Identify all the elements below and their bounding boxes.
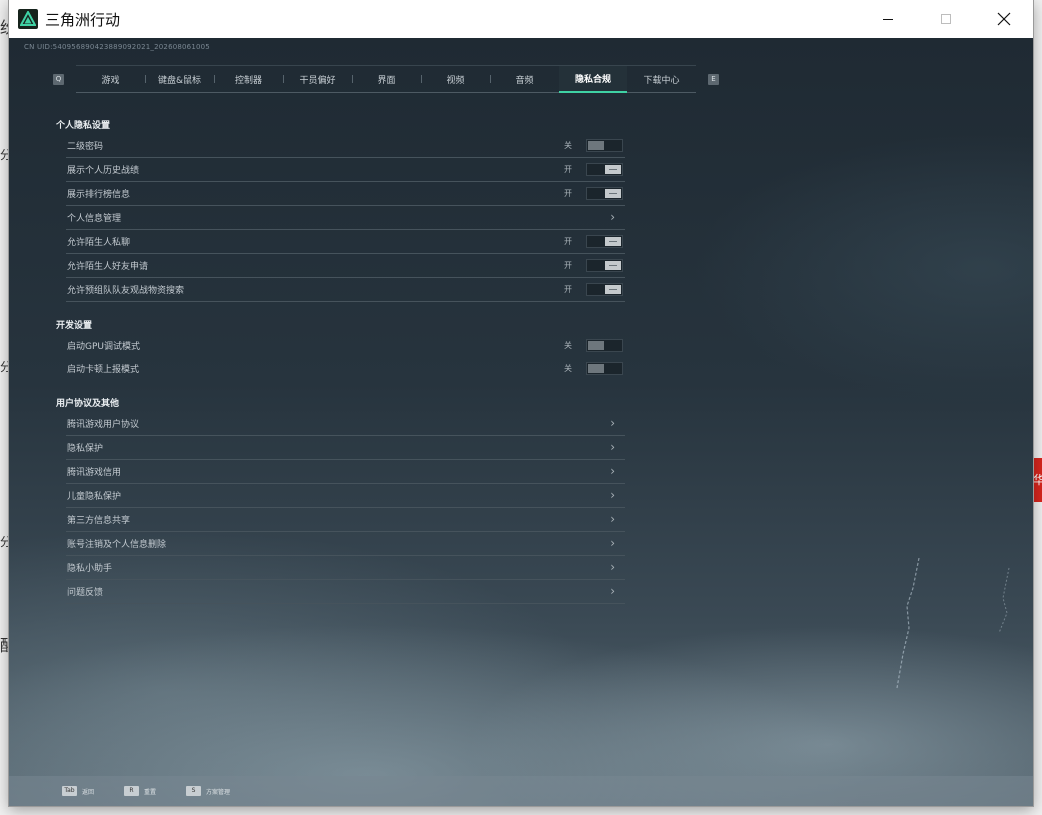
key-cap: Tab	[62, 786, 77, 796]
tab-interface[interactable]: 界面	[352, 66, 421, 92]
tab-privacy-compliance[interactable]: 隐私合规	[559, 66, 627, 93]
toggle-state-text: 开	[564, 165, 572, 174]
setting-label: 启动GPU调试模式	[67, 342, 140, 352]
title-bar: 三角洲行动	[9, 0, 1033, 38]
section-title-privacy: 个人隐私设置	[56, 121, 111, 131]
tab-strip: 游戏 键盘&鼠标 控制器 干员偏好 界面 视频 音频 隐私合规 下载中心	[76, 65, 696, 93]
setting-label: 展示个人历史战绩	[67, 166, 140, 176]
footer-hint-bar: Tab 返回 R 重置 S 方案管理	[9, 776, 1033, 806]
toggle-switch[interactable]	[586, 339, 623, 352]
link-row-game-credit[interactable]: 腾讯游戏信用 ›	[66, 460, 625, 484]
setting-label: 允许陌生人好友申请	[67, 262, 149, 272]
toggle-state-text: 关	[564, 341, 572, 350]
tab-operator-preference[interactable]: 干员偏好	[283, 66, 352, 92]
toggle-switch[interactable]	[586, 283, 623, 296]
chevron-right-icon: ›	[610, 440, 615, 454]
toggle-state-text: 开	[564, 237, 572, 246]
chevron-right-icon: ›	[610, 560, 615, 574]
link-row-feedback[interactable]: 问题反馈 ›	[66, 580, 625, 604]
tab-download-center[interactable]: 下载中心	[627, 66, 696, 92]
toggle-switch[interactable]	[586, 139, 623, 152]
setting-label: 允许陌生人私聊	[67, 238, 131, 248]
link-row-privacy-assistant[interactable]: 隐私小助手 ›	[66, 556, 625, 580]
setting-label: 个人信息管理	[67, 214, 122, 224]
toggle-state-text: 开	[564, 285, 572, 294]
hint-text: 方案管理	[206, 788, 231, 796]
toggle-switch[interactable]	[586, 362, 623, 375]
setting-label: 隐私小助手	[67, 564, 113, 574]
setting-label: 腾讯游戏信用	[67, 468, 122, 478]
section-title-dev: 开发设置	[56, 321, 93, 331]
tab-video[interactable]: 视频	[421, 66, 490, 92]
hint-text: 重置	[144, 788, 157, 796]
game-settings-window: 三角洲行动 CN UID:540956890423889092021_20260…	[9, 0, 1033, 806]
tab-audio[interactable]: 音频	[490, 66, 559, 92]
tab-next-key[interactable]: E	[708, 73, 719, 85]
chevron-right-icon: ›	[610, 536, 615, 550]
setting-row-stutter-report[interactable]: 启动卡顿上报模式 关	[66, 357, 625, 380]
toggle-switch[interactable]	[586, 259, 623, 272]
uid-text: CN UID:540956890423889092021_20260806100…	[24, 43, 210, 51]
footer-hint-reset[interactable]: R 重置	[124, 786, 156, 796]
maximize-button[interactable]	[917, 0, 975, 38]
setting-label: 腾讯游戏用户协议	[67, 420, 140, 430]
lightning-decoration	[896, 558, 1010, 689]
link-row-account-deletion[interactable]: 账号注销及个人信息删除 ›	[66, 532, 625, 556]
link-row-child-privacy[interactable]: 儿童隐私保护 ›	[66, 484, 625, 508]
setting-row-stranger-chat[interactable]: 允许陌生人私聊 开	[66, 230, 625, 254]
settings-tabs: Q 游戏 键盘&鼠标 控制器 干员偏好 界面 视频 音频 隐私合规 下载中心 E	[53, 65, 719, 93]
key-cap: S	[186, 786, 202, 796]
link-row-user-agreement[interactable]: 腾讯游戏用户协议 ›	[66, 412, 625, 436]
settings-content: CN UID:540956890423889092021_20260806100…	[9, 38, 1033, 806]
link-row-third-party-sharing[interactable]: 第三方信息共享 ›	[66, 508, 625, 532]
setting-row-secondary-password[interactable]: 二级密码 关	[66, 134, 625, 158]
footer-hint-scheme[interactable]: S 方案管理	[186, 786, 230, 796]
setting-label: 问题反馈	[67, 588, 104, 598]
chevron-right-icon: ›	[610, 464, 615, 478]
tab-controller[interactable]: 控制器	[214, 66, 283, 92]
setting-label: 允许预组队队友观战物资搜索	[67, 286, 185, 296]
footer-hint-back[interactable]: Tab 返回	[62, 786, 94, 796]
toggle-state-text: 开	[564, 189, 572, 198]
toggle-state-text: 关	[564, 364, 572, 373]
setting-label: 第三方信息共享	[67, 516, 131, 526]
key-cap: R	[124, 786, 140, 796]
setting-row-gpu-debug[interactable]: 启动GPU调试模式 关	[66, 334, 625, 357]
section-title-agreements: 用户协议及其他	[56, 399, 120, 409]
setting-label: 儿童隐私保护	[67, 492, 122, 502]
setting-row-show-history[interactable]: 展示个人历史战绩 开	[66, 158, 625, 182]
tab-game[interactable]: 游戏	[76, 66, 145, 92]
setting-label: 启动卡顿上报模式	[67, 365, 140, 375]
app-logo-icon	[18, 9, 38, 29]
hint-text: 返回	[82, 788, 95, 796]
window-controls	[859, 0, 1033, 38]
tab-keyboard-mouse[interactable]: 键盘&鼠标	[145, 66, 214, 92]
chevron-right-icon: ›	[610, 584, 615, 598]
close-button[interactable]	[975, 0, 1033, 38]
setting-label: 二级密码	[67, 142, 104, 152]
settings-panel: 个人隐私设置 二级密码 关 展示个人历史战绩 开 展示排行榜信息 开 个人信息管…	[56, 118, 626, 604]
setting-label: 账号注销及个人信息删除	[67, 540, 167, 550]
minimize-button[interactable]	[859, 0, 917, 38]
toggle-switch[interactable]	[586, 235, 623, 248]
setting-row-stranger-friend-request[interactable]: 允许陌生人好友申请 开	[66, 254, 625, 278]
chevron-right-icon: ›	[610, 488, 615, 502]
setting-row-show-leaderboard[interactable]: 展示排行榜信息 开	[66, 182, 625, 206]
setting-row-personal-info-management[interactable]: 个人信息管理 ›	[66, 206, 625, 230]
setting-row-teammate-spectate-search[interactable]: 允许预组队队友观战物资搜索 开	[66, 278, 625, 302]
background-red-tab: 华	[1033, 458, 1042, 502]
tab-prev-key[interactable]: Q	[53, 73, 64, 85]
link-row-privacy-protection[interactable]: 隐私保护 ›	[66, 436, 625, 460]
toggle-state-text: 关	[564, 141, 572, 150]
toggle-state-text: 开	[564, 261, 572, 270]
toggle-switch[interactable]	[586, 187, 623, 200]
setting-label: 展示排行榜信息	[67, 190, 131, 200]
chevron-right-icon: ›	[610, 210, 615, 224]
chevron-right-icon: ›	[610, 416, 615, 430]
chevron-right-icon: ›	[610, 512, 615, 526]
toggle-switch[interactable]	[586, 163, 623, 176]
window-title: 三角洲行动	[45, 10, 121, 29]
setting-label: 隐私保护	[67, 444, 104, 454]
